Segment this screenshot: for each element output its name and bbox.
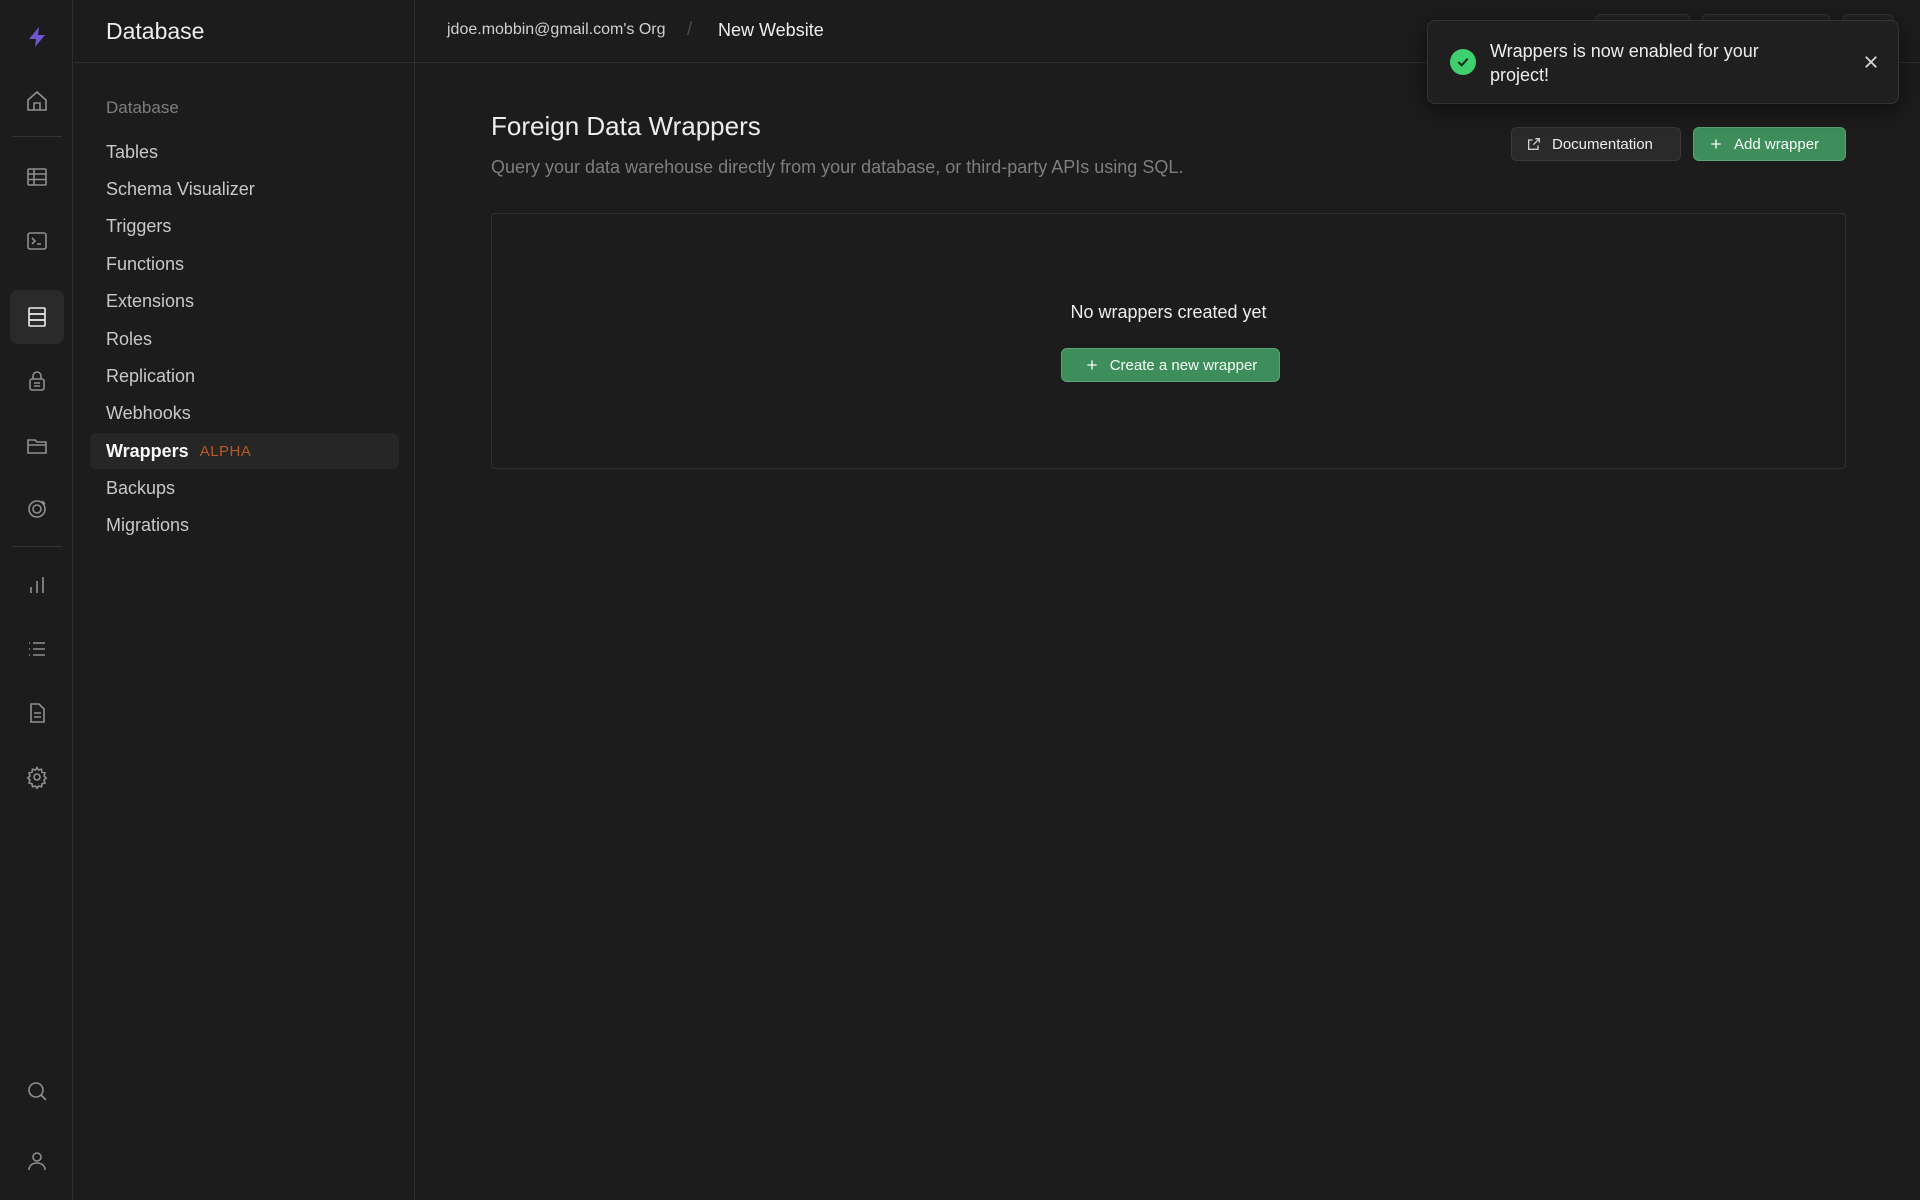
reports-icon[interactable] [10, 558, 64, 612]
database-sidebar: Database Database Tables Schema Visualiz… [74, 0, 415, 1200]
alpha-badge: ALPHA [199, 442, 252, 460]
close-icon[interactable] [1862, 53, 1880, 71]
docs-icon[interactable] [10, 686, 64, 740]
sidebar-item-roles[interactable]: Roles [90, 321, 399, 357]
sidebar-item-functions[interactable]: Functions [90, 246, 399, 282]
check-circle-icon [1450, 49, 1476, 75]
page-title: Foreign Data Wrappers [491, 111, 761, 141]
create-wrapper-button[interactable]: Create a new wrapper [1061, 348, 1280, 382]
documentation-button[interactable]: Documentation [1511, 127, 1681, 161]
user-icon[interactable] [10, 1134, 64, 1188]
empty-state-title: No wrappers created yet [1070, 302, 1267, 322]
bolt-logo-icon[interactable] [10, 10, 64, 64]
sidebar-item-tables[interactable]: Tables [90, 134, 399, 170]
page-subtitle: Query your data warehouse directly from … [491, 157, 1184, 177]
sidebar-item-triggers[interactable]: Triggers [90, 208, 399, 244]
realtime-icon[interactable] [10, 482, 64, 536]
create-wrapper-label: Create a new wrapper [1109, 356, 1258, 374]
sidebar-item-backups[interactable]: Backups [90, 470, 399, 506]
external-link-icon [1528, 138, 1540, 150]
breadcrumb-org[interactable]: jdoe.mobbin@gmail.com's Org [447, 21, 666, 39]
sidebar-item-extensions[interactable]: Extensions [90, 283, 399, 319]
add-wrapper-label: Add wrapper [1734, 135, 1820, 153]
search-icon[interactable] [10, 1064, 64, 1118]
sidebar-item-wrappers[interactable]: Wrappers ALPHA [90, 433, 399, 469]
documentation-label: Documentation [1552, 135, 1653, 153]
breadcrumb-project[interactable]: New Website [718, 20, 824, 41]
settings-icon[interactable] [10, 750, 64, 804]
add-wrapper-button[interactable]: Add wrapper [1693, 127, 1846, 161]
plus-icon [1711, 139, 1721, 149]
sidebar-item-label: Wrappers [106, 440, 189, 461]
sidebar-item-webhooks[interactable]: Webhooks [90, 395, 399, 431]
success-toast: Wrappers is now enabled for your project… [1427, 20, 1899, 104]
auth-lock-icon[interactable] [10, 354, 64, 408]
empty-state-panel: No wrappers created yet Create a new wra… [491, 213, 1846, 469]
toast-message: Wrappers is now enabled for your project… [1490, 41, 1759, 85]
sidebar-item-replication[interactable]: Replication [90, 358, 399, 394]
main-content: Foreign Data Wrappers Query your data wa… [415, 63, 1920, 1200]
icon-rail [0, 0, 73, 1200]
sql-editor-icon[interactable] [10, 214, 64, 268]
table-editor-icon[interactable] [10, 150, 64, 204]
sidebar-title: Database [74, 0, 414, 63]
sidebar-group-label: Database [106, 98, 179, 117]
sidebar-item-schema-visualizer[interactable]: Schema Visualizer [90, 171, 399, 207]
home-icon[interactable] [10, 74, 64, 128]
storage-icon[interactable] [10, 418, 64, 472]
database-icon[interactable] [10, 290, 64, 344]
plus-icon [1087, 360, 1097, 370]
breadcrumb-separator: / [687, 19, 693, 40]
logs-icon[interactable] [10, 622, 64, 676]
sidebar-item-migrations[interactable]: Migrations [90, 507, 399, 543]
